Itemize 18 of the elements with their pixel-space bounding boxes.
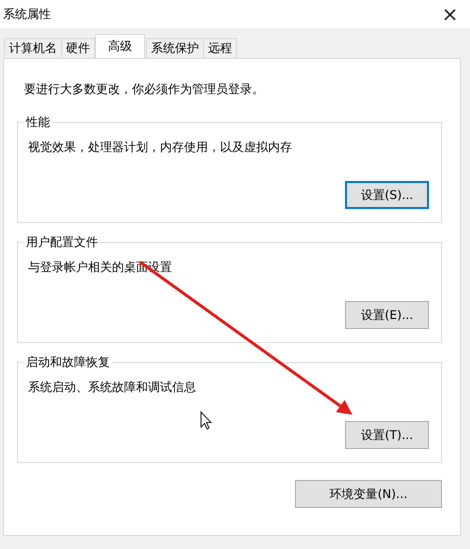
group-description: 系统启动、系统故障和调试信息	[28, 379, 197, 396]
environment-variables-button[interactable]: 环境变量(N)...	[295, 480, 442, 508]
admin-notice: 要进行大多数更改，你必须作为管理员登录。	[24, 81, 264, 98]
pointer-icon	[200, 411, 212, 430]
tab[interactable]: 计算机名	[4, 38, 62, 58]
tab[interactable]: 远程	[203, 38, 237, 58]
tab[interactable]: 硬件	[61, 38, 95, 58]
close-button[interactable]: ×	[430, 0, 470, 28]
group-description: 视觉效果，处理器计划，内存使用，以及虚拟内存	[28, 139, 293, 156]
settings-button[interactable]: 设置(E)...	[345, 301, 429, 329]
tab[interactable]: 高级	[95, 34, 145, 58]
group-title: 用户配置文件	[24, 234, 100, 251]
settings-button[interactable]: 设置(T)...	[345, 421, 429, 449]
tab[interactable]: 系统保护	[146, 38, 204, 58]
window-title: 系统属性	[3, 6, 51, 22]
group-title: 启动和故障恢复	[24, 354, 112, 371]
settings-button[interactable]: 设置(S)...	[345, 181, 429, 209]
group-title: 性能	[24, 114, 52, 131]
